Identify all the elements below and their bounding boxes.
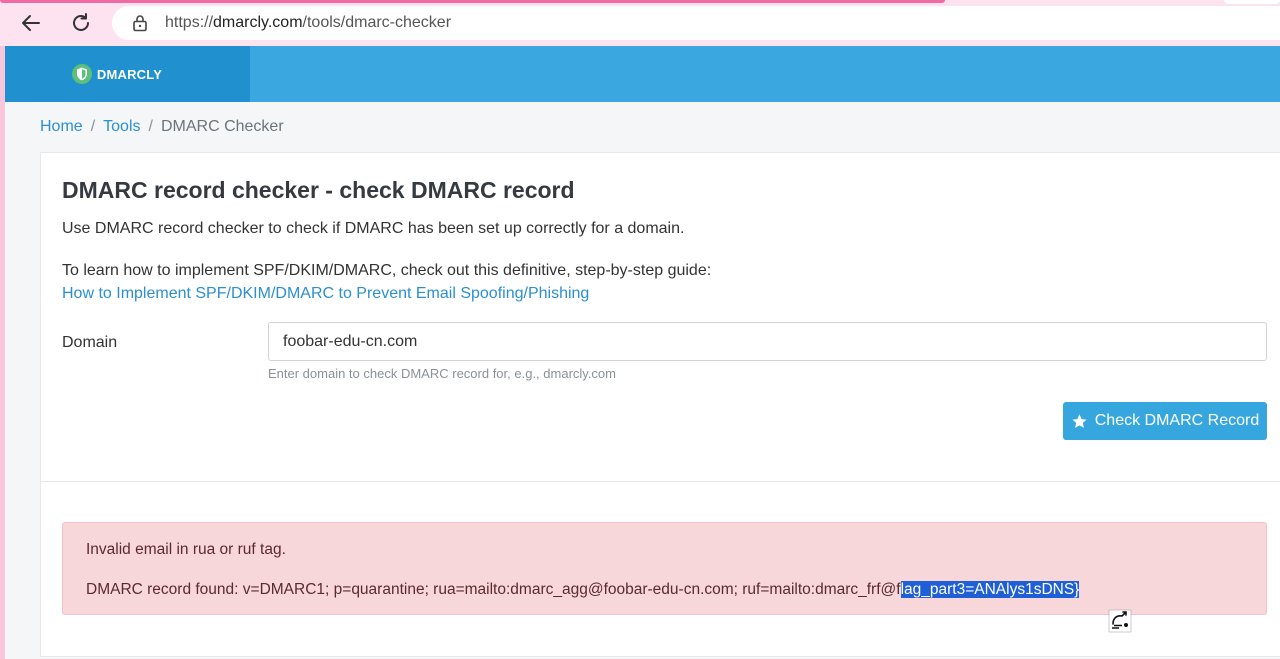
url-host: dmarcly.com: [213, 14, 303, 31]
star-icon: [1072, 413, 1087, 428]
logo-text: DMARCLY: [96, 66, 163, 82]
error-message: Invalid email in rua or ruf tag.: [86, 541, 286, 558]
selected-text: lag_part3=ANAlys1sDNS}: [900, 581, 1080, 598]
text-cursor-icon: [1108, 608, 1132, 634]
back-button[interactable]: [16, 8, 46, 38]
page-title: DMARC record checker - check DMARC recor…: [62, 177, 575, 203]
url-text: https://dmarcly.com/tools/dmarc-checker: [165, 14, 451, 32]
divider: [41, 481, 1280, 482]
breadcrumb: Home / Tools / DMARC Checker: [40, 118, 284, 136]
breadcrumb-separator: /: [148, 118, 153, 135]
page-content: DMARCLY Home / Tools / DMARC Checker DMARC r…: [5, 46, 1280, 659]
domain-input[interactable]: foobar-edu-cn.com: [268, 322, 1267, 361]
reload-icon: [73, 13, 89, 31]
guide-text: To learn how to implement SPF/DKIM/DMARC…: [62, 262, 712, 279]
site-header: DMARCLY: [5, 46, 1280, 102]
breadcrumb-separator: /: [90, 118, 96, 135]
browser-toolbar: https://dmarcly.com/tools/dmarc-checker: [0, 0, 1280, 46]
check-button-label: Check DMARC Record: [1094, 412, 1260, 429]
reload-button[interactable]: [66, 8, 96, 38]
check-dmarc-button[interactable]: Check DMARC Record: [1063, 402, 1267, 440]
tab-strip-edge: [1224, 0, 1280, 4]
url-path: /tools/dmarc-checker: [302, 14, 452, 31]
breadcrumb-current: DMARC Checker: [160, 118, 284, 135]
breadcrumb-home[interactable]: Home: [40, 118, 83, 135]
domain-help-text: Enter domain to check DMARC record for, …: [268, 366, 616, 381]
shield-icon: [71, 64, 92, 84]
checker-card: DMARC record checker - check DMARC recor…: [40, 152, 1280, 657]
dmarc-record-prefix: DMARC record found: v=DMARC1; p=quaranti…: [86, 581, 901, 598]
active-tab-indicator: [0, 0, 945, 3]
dmarc-record-text[interactable]: DMARC record found: v=DMARC1; p=quaranti…: [86, 581, 1080, 599]
logo[interactable]: DMARCLY: [71, 63, 162, 85]
domain-label: Domain: [62, 334, 118, 351]
back-arrow-icon: [22, 15, 40, 31]
intro-text: Use DMARC record checker to check if DMA…: [62, 220, 685, 237]
site-info-icon[interactable]: [129, 12, 151, 34]
error-alert: Invalid email in rua or ruf tag. DMARC r…: [62, 522, 1267, 615]
url-scheme: https://: [165, 14, 214, 31]
breadcrumb-tools[interactable]: Tools: [103, 118, 140, 135]
guide-link[interactable]: How to Implement SPF/DKIM/DMARC to Preve…: [62, 285, 589, 303]
address-bar[interactable]: https://dmarcly.com/tools/dmarc-checker: [112, 6, 1280, 40]
logo-block[interactable]: DMARCLY: [5, 46, 250, 102]
